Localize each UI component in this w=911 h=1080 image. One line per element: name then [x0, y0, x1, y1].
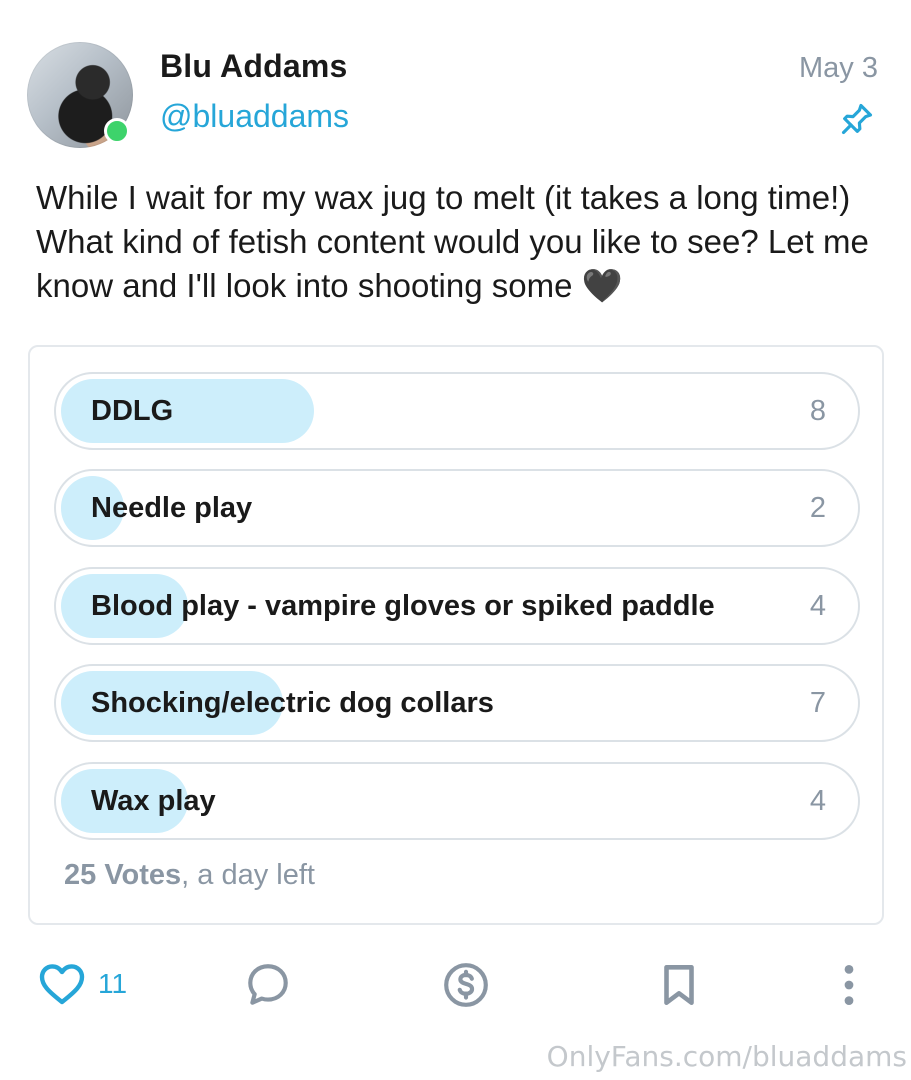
poll-option[interactable]: DDLG 8	[54, 372, 860, 450]
heart-icon	[39, 964, 85, 1005]
poll-option-count: 2	[809, 492, 826, 524]
poll-option[interactable]: Needle play 2	[54, 469, 860, 547]
like-count: 11	[98, 968, 128, 999]
poll-option-count: 4	[809, 590, 826, 622]
more-vertical-icon[interactable]	[824, 960, 874, 1010]
poll-option-count: 7	[809, 687, 826, 719]
poll-option-label: Wax play	[91, 785, 216, 817]
author-display-name[interactable]: Blu Addams	[160, 48, 348, 85]
poll-option-label: Needle play	[91, 492, 253, 524]
poll-option[interactable]: Shocking/electric dog collars 7	[54, 664, 860, 742]
comment-icon[interactable]	[243, 960, 293, 1010]
poll: DDLG 8 Needle play 2 Blood play - vampir…	[28, 345, 884, 925]
poll-time-left: , a day left	[181, 859, 315, 891]
post-date: May 3	[799, 52, 878, 84]
online-status-dot	[104, 118, 130, 144]
tip-dollar-icon[interactable]	[441, 960, 491, 1010]
watermark: OnlyFans.com/bluaddams	[546, 1040, 907, 1073]
poll-option-count: 4	[809, 785, 826, 817]
poll-option-count: 8	[809, 395, 826, 427]
poll-option-label: Blood play - vampire gloves or spiked pa…	[91, 590, 715, 622]
poll-option[interactable]: Wax play 4	[54, 762, 860, 840]
pin-icon	[841, 103, 873, 135]
poll-vote-total: 25 Votes	[64, 859, 182, 891]
bookmark-icon[interactable]	[654, 960, 704, 1010]
like-button[interactable]: 11	[38, 962, 127, 1006]
poll-option-label: DDLG	[91, 395, 174, 427]
author-handle[interactable]: @bluaddams	[160, 98, 349, 135]
poll-option[interactable]: Blood play - vampire gloves or spiked pa…	[54, 567, 860, 645]
poll-footer: 25 Votes, a day left	[64, 859, 315, 892]
poll-option-label: Shocking/electric dog collars	[91, 687, 494, 719]
post-card: Blu Addams @bluaddams May 3 While I wait…	[0, 0, 911, 1080]
post-text: While I wait for my wax jug to melt (it …	[36, 179, 869, 304]
